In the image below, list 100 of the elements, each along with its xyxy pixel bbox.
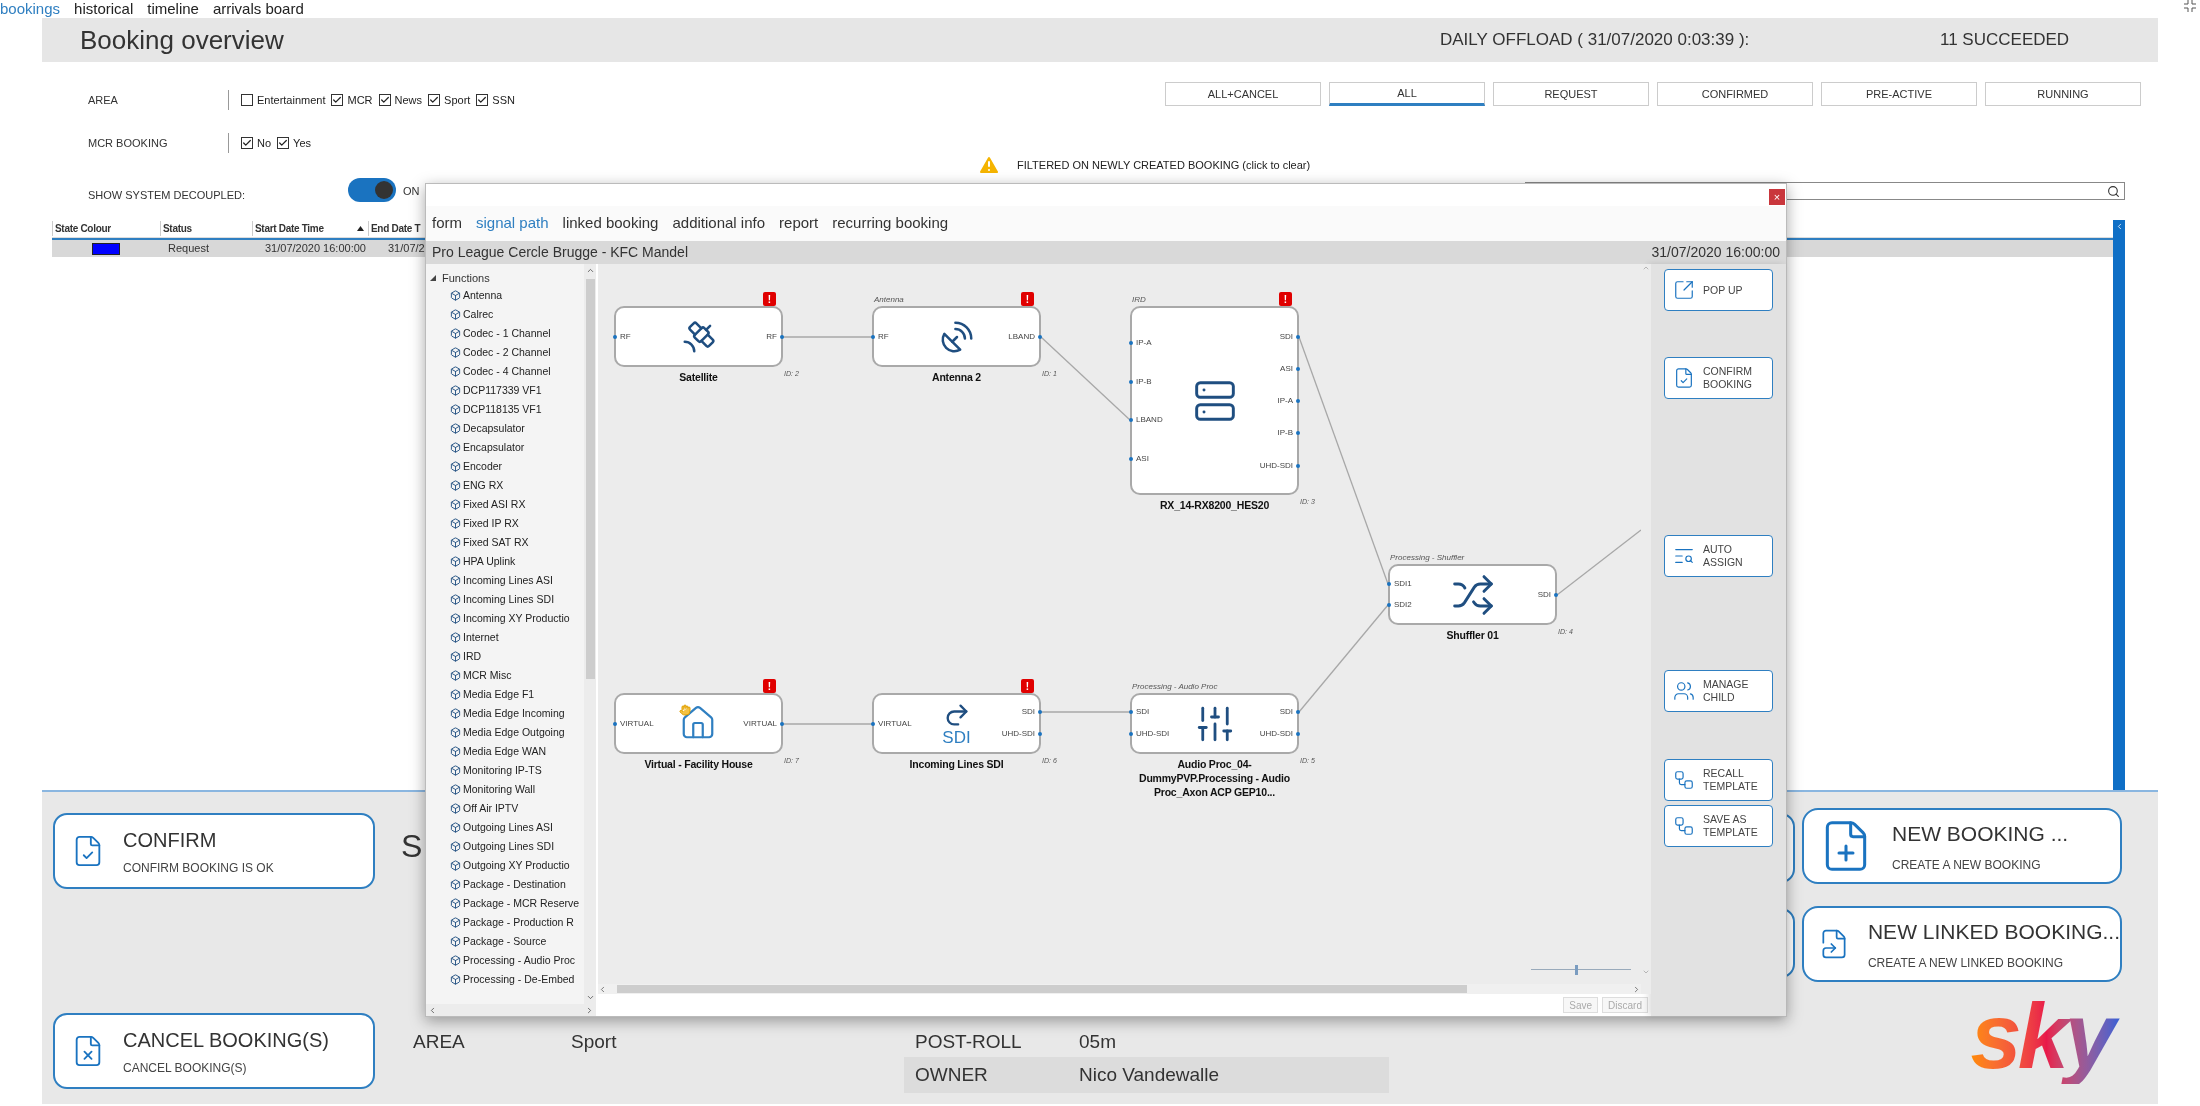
card-title: CONFIRM — [123, 828, 218, 853]
detail-label: AREA — [413, 1029, 466, 1054]
dialog-tab[interactable]: signal path — [476, 212, 549, 235]
tree-item[interactable]: Off Air IPTV — [463, 800, 519, 817]
device-node[interactable]: SDI1 SDI2 SDI — [1388, 564, 1557, 625]
nav-tab[interactable]: arrivals board — [212, 1, 304, 17]
tree-item[interactable]: Outgoing Lines ASI — [463, 819, 553, 836]
status-tab[interactable]: CONFIRMED — [1657, 82, 1813, 106]
side-button[interactable]: CONFIRM BOOKING — [1664, 357, 1773, 399]
side-button[interactable]: POP UP — [1664, 269, 1773, 311]
side-button[interactable]: SAVE AS TEMPLATE — [1664, 805, 1773, 847]
status-tab[interactable]: ALL+CANCEL — [1165, 82, 1321, 106]
device-node[interactable]: SDI VIRTUAL SDI UHD-SDI — [872, 693, 1041, 754]
nav-tab[interactable]: timeline — [147, 1, 199, 17]
card-subtitle: CREATE A NEW LINKED BOOKING — [1867, 954, 2065, 972]
offload-status: DAILY OFFLOAD ( 31/07/2020 0:03:39 ): — [1440, 29, 1751, 52]
tree-item[interactable]: Incoming Lines SDI — [463, 591, 555, 608]
side-button[interactable]: RECALL TEMPLATE — [1664, 759, 1773, 801]
column-header[interactable]: State Colour — [55, 221, 111, 236]
booking-date: 31/07/2020 16:00:00 — [1651, 243, 1780, 262]
dialog-tab[interactable]: additional info — [672, 212, 766, 235]
table-cell: 31/07/2 — [388, 242, 425, 255]
tree-item[interactable]: Package - Destination — [463, 876, 566, 893]
tree-item[interactable]: Package - Production R — [463, 914, 574, 931]
port-label: SDI2 — [1394, 600, 1412, 609]
tree-item[interactable]: Media Edge WAN — [463, 743, 547, 760]
status-tab[interactable]: REQUEST — [1493, 82, 1649, 106]
action-card[interactable]: CONFIRM CONFIRM BOOKING IS OK — [53, 813, 375, 889]
tree-item[interactable]: IRD — [463, 648, 482, 665]
filter-notice[interactable]: FILTERED ON NEWLY CREATED BOOKING (click to clear) — [1017, 156, 1311, 174]
action-card[interactable]: NEW LINKED BOOKING... CREATE A NEW LINKED BOOKING — [1802, 906, 2122, 982]
tree-header[interactable]: Functions — [442, 269, 490, 287]
tree-item[interactable]: Monitoring IP-TS — [463, 762, 542, 779]
status-tab[interactable]: PRE-ACTIVE — [1821, 82, 1977, 106]
device-node[interactable]: VIRTUAL VIRTUAL — [614, 693, 783, 754]
dialog-tab[interactable]: linked booking — [562, 212, 659, 235]
tree-item[interactable]: Internet — [463, 629, 499, 646]
status-tab[interactable]: ALL — [1329, 82, 1485, 106]
tree-item[interactable]: HPA Uplink — [463, 553, 516, 570]
tree-item[interactable]: Codec - 2 Channel — [463, 344, 551, 361]
tree-item[interactable]: Decapsulator — [463, 420, 525, 437]
tree-item[interactable]: Calrec — [463, 306, 494, 323]
filter-label: AREA — [88, 92, 119, 108]
alert-badge: ! — [1279, 292, 1292, 306]
tree-item[interactable]: Processing - Audio Proc — [463, 952, 576, 969]
tree-item[interactable]: Processing - De-Embed — [463, 971, 575, 988]
tree-item[interactable]: DCP118135 VF1 — [463, 401, 542, 418]
node-name: Shuffler 01 — [1446, 628, 1499, 642]
close-button[interactable]: × — [1769, 189, 1785, 205]
side-button[interactable]: MANAGE CHILD — [1664, 670, 1773, 712]
column-header[interactable]: Status — [163, 221, 192, 236]
filter-label: MCR BOOKING — [88, 135, 169, 151]
node-category: IRD — [1132, 294, 1146, 306]
tree-item[interactable]: Package - Source — [463, 933, 547, 950]
tree-item[interactable]: Outgoing XY Productio — [463, 857, 570, 874]
tree-item[interactable]: Codec - 4 Channel — [463, 363, 551, 380]
action-card[interactable]: CANCEL BOOKING(S) CANCEL BOOKING(S) — [53, 1013, 375, 1089]
tree-item[interactable]: Incoming XY Productio — [463, 610, 570, 627]
device-node[interactable]: SDI UHD-SDI SDI UHD-SDI — [1130, 693, 1299, 754]
status-tab[interactable]: RUNNING — [1985, 82, 2141, 106]
tree-item[interactable]: Antenna — [463, 287, 503, 304]
tree-item[interactable]: Fixed ASI RX — [463, 496, 526, 513]
port-label: SDI — [1021, 707, 1035, 716]
nav-tab[interactable]: bookings — [0, 1, 61, 17]
tree-item[interactable]: Fixed SAT RX — [463, 534, 529, 551]
device-node[interactable]: RF RF — [614, 306, 783, 367]
tree-item[interactable]: Media Edge Incoming — [463, 705, 565, 722]
tree-item[interactable]: Incoming Lines ASI — [463, 572, 553, 589]
action-card[interactable]: NEW BOOKING ... CREATE A NEW BOOKING — [1802, 808, 2122, 884]
column-header[interactable]: Start Date Time — [255, 221, 324, 236]
port-label: RF — [766, 332, 777, 341]
tree-item[interactable]: Codec - 1 Channel — [463, 325, 551, 342]
icon-text: SDI — [942, 729, 971, 746]
port-label: VIRTUAL — [878, 719, 912, 728]
dialog-tab[interactable]: form — [432, 212, 462, 235]
side-button[interactable]: AUTO ASSIGN — [1664, 535, 1773, 577]
tree-item[interactable]: Monitoring Wall — [463, 781, 535, 798]
dialog-tab[interactable]: recurring booking — [832, 212, 949, 235]
tree-item[interactable]: ENG RX — [463, 477, 504, 494]
device-node[interactable]: RF LBAND — [872, 306, 1041, 367]
dialog-tab[interactable]: report — [779, 212, 819, 235]
tree-item[interactable]: Fixed IP RX — [463, 515, 519, 532]
column-header[interactable]: End Date T — [371, 221, 421, 236]
tree-item[interactable]: Media Edge F1 — [463, 686, 535, 703]
tree-item[interactable]: DCP117339 VF1 — [463, 382, 542, 399]
detail-label: OWNER — [914, 1062, 989, 1087]
port-label: ASI — [1280, 364, 1293, 373]
tree-item[interactable]: Encoder — [463, 458, 503, 475]
checkbox-label: SSN — [492, 92, 515, 108]
tree-item[interactable]: Package - MCR Reserve — [463, 895, 580, 912]
device-node[interactable]: IP-A IP-B LBAND ASI SDI ASI IP-A IP-B UHD-SDI — [1130, 306, 1299, 495]
toggle-label: SHOW SYSTEM DECOUPLED: — [88, 188, 247, 203]
tree-item[interactable]: Outgoing Lines SDI — [463, 838, 555, 855]
checkbox-label: Sport — [444, 92, 471, 108]
tree-item[interactable]: Encapsulator — [463, 439, 525, 456]
port-label: IP-A — [1277, 396, 1293, 405]
tree-item[interactable]: Media Edge Outgoing — [463, 724, 565, 741]
port-label: UHD-SDI — [1259, 461, 1293, 470]
tree-item[interactable]: MCR Misc — [463, 667, 512, 684]
nav-tab[interactable]: historical — [74, 1, 134, 17]
